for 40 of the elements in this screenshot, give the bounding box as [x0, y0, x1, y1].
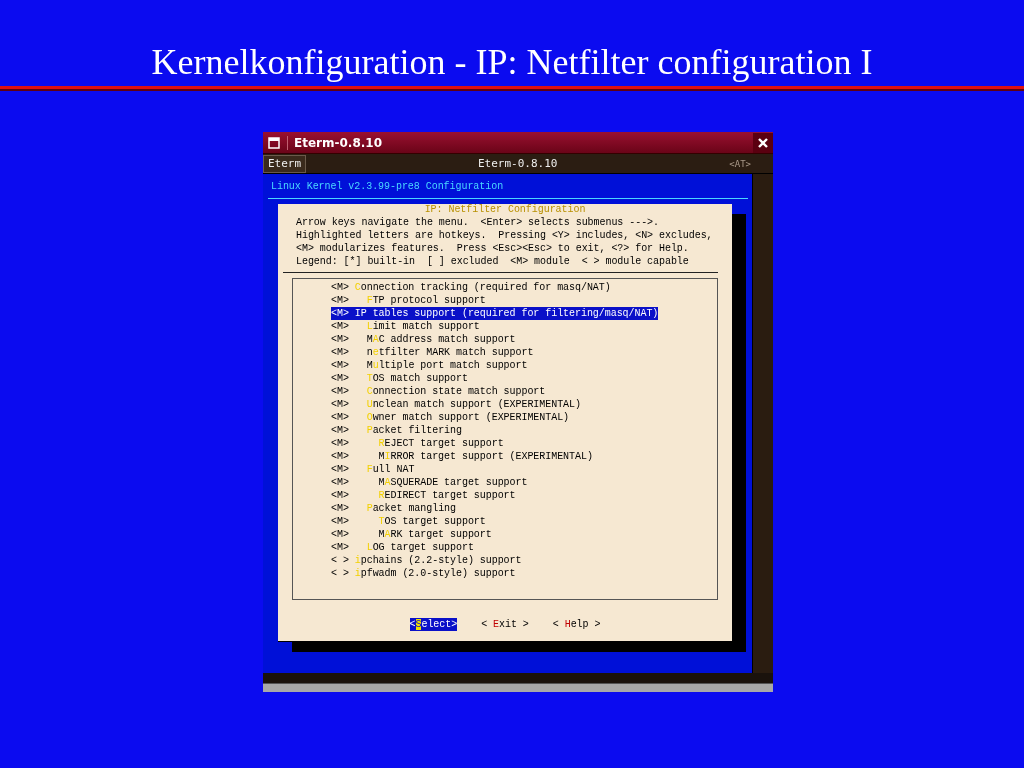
menu-item[interactable]: < > ipfwadm (2.0-style) support — [331, 567, 516, 580]
menu-item[interactable]: <M> TOS match support — [331, 372, 468, 385]
window-icon[interactable] — [268, 136, 280, 149]
menu-item[interactable]: <M> TOS target support — [331, 515, 486, 528]
scrollbar[interactable] — [752, 174, 773, 673]
dialog-button[interactable]: < Exit > — [481, 618, 529, 631]
slide-title: Kernelkonfiguration - IP: Netfilter configuration I — [150, 41, 874, 84]
menu-item[interactable]: <M> Packet filtering — [331, 424, 462, 437]
menu-item[interactable]: <M> FTP protocol support — [331, 294, 486, 307]
instruction-line: Highlighted letters are hotkeys. Pressing <Y> includes, <N> excludes, — [295, 229, 714, 242]
menu-item[interactable]: <M> Multiple port match support — [331, 359, 528, 372]
config-header: Linux Kernel v2.3.99-pre8 Configuration — [270, 180, 504, 193]
close-icon — [757, 136, 769, 149]
mode-label: <AT> — [729, 158, 751, 169]
instruction-line: Arrow keys navigate the menu. <Enter> selects submenus --->. — [295, 216, 660, 229]
instruction-line: <M> modularizes features. Press <Esc><Esc> to exit, <?> for Help. — [295, 242, 690, 255]
close-button[interactable] — [753, 132, 773, 153]
menu-item[interactable]: <M> REDIRECT target support — [331, 489, 516, 502]
menu-item[interactable]: <M> MAC address match support — [331, 333, 516, 346]
menu-item[interactable]: <M> netfilter MARK match support — [331, 346, 534, 359]
menu-item[interactable]: <M> Owner match support (EXPERIMENTAL) — [331, 411, 570, 424]
menu-item[interactable]: <M> Full NAT — [331, 463, 415, 476]
menu-item[interactable]: <M> Limit match support — [331, 320, 480, 333]
menu-item[interactable]: <M> Unclean match support (EXPERIMENTAL) — [331, 398, 581, 411]
menu-item[interactable]: <M> Connection state match support — [331, 385, 546, 398]
menu-item[interactable]: <M> MASQUERADE target support — [331, 476, 528, 489]
terminal-title: Eterm-0.8.10 — [476, 157, 559, 170]
menu-item[interactable]: <M> Packet mangling — [331, 502, 456, 515]
instruction-line: Legend: [*] built-in [ ] excluded <M> module < > module capable — [295, 255, 690, 268]
menu-item[interactable]: <M> REJECT target support — [331, 437, 504, 450]
menu-button[interactable]: Eterm — [263, 154, 307, 173]
menu-item[interactable]: < > ipchains (2.2-style) support — [331, 554, 522, 567]
menu-item[interactable]: <M> MARK target support — [331, 528, 492, 541]
menu-item[interactable]: <M> LOG target support — [331, 541, 474, 554]
menu-item[interactable]: <M> Connection tracking (required for masq/NAT) — [331, 281, 611, 294]
dialog-button[interactable]: <Select> — [409, 618, 458, 631]
menu-item[interactable]: <M> IP tables support (required for filtering/masq/NAT) — [331, 307, 659, 320]
dialog-button[interactable]: < Help > — [552, 618, 601, 631]
dialog-title: IP: Netfilter Configuration — [424, 203, 586, 216]
menu-item[interactable]: <M> MIRROR target support (EXPERIMENTAL) — [331, 450, 593, 463]
